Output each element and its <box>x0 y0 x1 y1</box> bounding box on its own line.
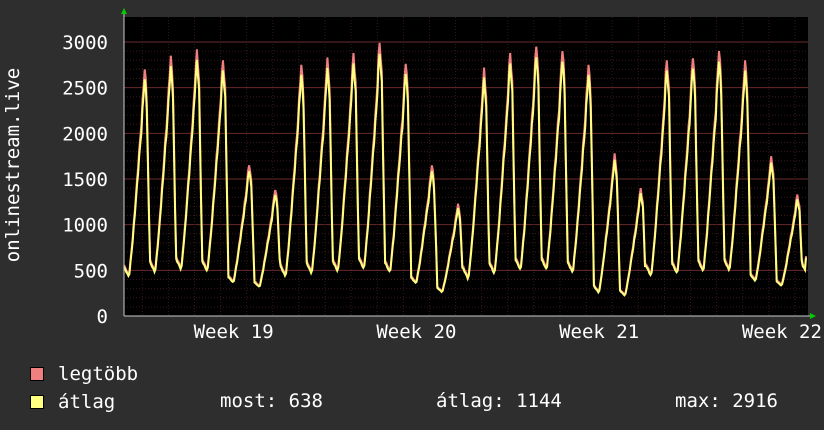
y-tick-label: 1500 <box>62 169 108 191</box>
legend-avg-swatch <box>30 395 44 409</box>
y-tick-label: 2500 <box>62 78 108 100</box>
y-tick-labels: 0 500 1000 1500 2000 2500 3000 <box>62 32 108 328</box>
x-axis-arrow <box>810 313 816 319</box>
legend-max-swatch <box>30 367 44 381</box>
legend-avg: átlag <box>30 390 115 414</box>
y-tick-label: 3000 <box>62 32 108 54</box>
traffic-chart: 050010001500200025003000 Week 19 Week 20 W… <box>2 8 822 343</box>
x-tick-label: Week 20 <box>376 321 456 343</box>
y-tick-label: 2000 <box>62 123 108 145</box>
stat-now: most: 638 <box>220 390 323 412</box>
y-tick-label: 0 <box>97 306 108 328</box>
y-axis-title: onlinestream.live <box>2 68 24 262</box>
x-tick-label: Week 22 <box>742 321 822 343</box>
x-tick-label: Week 19 <box>194 321 274 343</box>
legend-avg-label: átlag <box>58 391 116 413</box>
stat-avg: átlag: 1144 <box>436 390 562 412</box>
x-tick-labels: Week 19 Week 20 Week 21 Week 22 <box>194 321 822 343</box>
y-tick-label: 1000 <box>62 215 108 237</box>
legend-max: legtöbb <box>30 362 138 386</box>
y-axis-arrow <box>121 8 127 14</box>
legend-max-label: legtöbb <box>58 363 139 385</box>
x-tick-label: Week 21 <box>559 321 639 343</box>
stat-max: max: 2916 <box>675 390 778 412</box>
y-tick-label: 500 <box>74 260 108 282</box>
